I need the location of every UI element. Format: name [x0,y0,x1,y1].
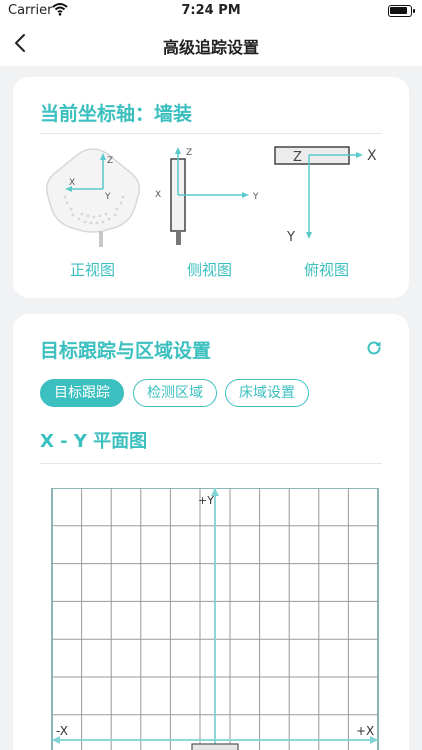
tab-bed-zone[interactable]: 床域设置 [225,379,309,407]
side-view-label: 侧视图 [187,261,233,279]
device-marker [191,743,239,750]
tracking-card-divider [40,463,382,464]
top-z-label: Z [293,150,302,165]
side-z-label: Z [186,148,192,158]
side-view-image: Z X Y [155,147,259,245]
top-y-label: Y [286,230,295,245]
refresh-icon[interactable] [365,339,383,357]
top-x-label: X [367,148,377,164]
front-x-label: X [69,178,75,188]
tab-target-tracking[interactable]: 目标跟踪 [40,379,124,407]
front-view-label: 正视图 [70,261,116,279]
xy-plane-grid[interactable]: +Y -X +X [50,488,380,750]
tab-detection-zone[interactable]: 检测区域 [133,379,217,407]
front-view-image: Z X Y [45,148,141,247]
axis-card: 当前坐标轴：墙装 Z X Y 正视图 Z X Y 侧视图 Z X Y 俯视图 [13,77,409,298]
side-x-label: X [155,190,161,200]
axis-card-divider [40,133,382,134]
plus-x-label: +X [356,724,374,738]
page-title: 高级追踪设置 [162,38,259,57]
tracking-card-title: 目标跟踪与区域设置 [40,340,212,362]
front-z-label: Z [107,156,113,166]
side-y-label: Y [252,192,259,202]
top-view-label: 俯视图 [304,261,350,279]
battery-icon [388,5,415,17]
xy-plane-title: X - Y 平面图 [40,431,148,452]
status-time: 7:24 PM [181,3,241,18]
axis-card-title: 当前坐标轴：墙装 [40,103,193,125]
status-bar: Carrier 7:24 PM [0,0,422,22]
minus-x-label: -X [56,724,68,738]
front-y-label: Y [104,192,111,202]
nav-bar: 高级追踪设置 [0,22,422,66]
top-view-image: Z X Y [274,146,377,245]
tracking-card: 目标跟踪与区域设置 目标跟踪 检测区域 床域设置 X - Y 平面图 +Y -X… [13,314,409,750]
plus-y-label: +Y [198,494,214,507]
